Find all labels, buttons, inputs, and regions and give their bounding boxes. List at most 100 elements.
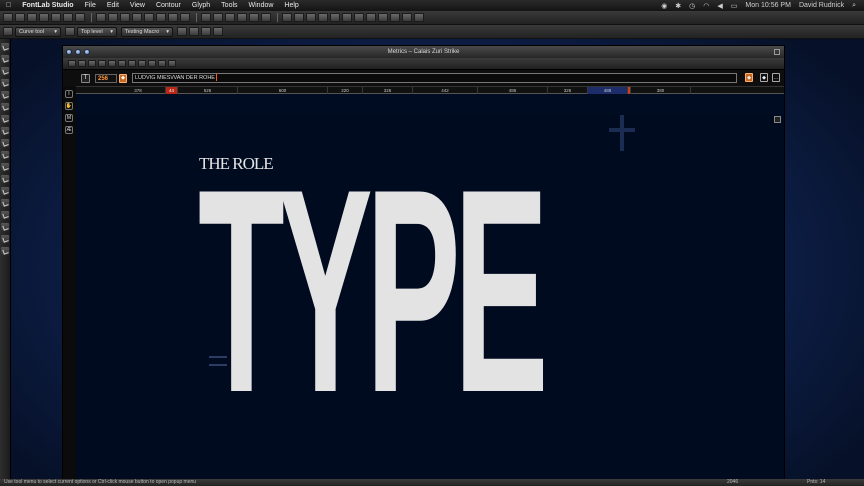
menu-tools[interactable]: Tools xyxy=(221,2,237,9)
transform-icon[interactable] xyxy=(225,13,235,22)
metrics-cell-highlighted[interactable]: 44 xyxy=(166,87,178,94)
view-options-icon[interactable] xyxy=(108,60,116,67)
export-icon[interactable] xyxy=(128,60,136,67)
menu-file[interactable]: File xyxy=(85,2,96,9)
redo-icon[interactable] xyxy=(63,13,73,22)
metrics-mode-icon[interactable] xyxy=(68,60,76,67)
node-icon[interactable] xyxy=(354,13,364,22)
metrics-cell[interactable]: 600 xyxy=(238,87,328,94)
fullscreen-icon[interactable] xyxy=(774,49,780,55)
metrics-cell[interactable]: 220 xyxy=(328,87,363,94)
metrics-cell[interactable]: 526 xyxy=(178,87,238,94)
text-stepper[interactable]: ◆ xyxy=(745,73,753,82)
metrics-cell[interactable]: 326 xyxy=(363,87,413,94)
user-menu[interactable]: David Rudnick xyxy=(799,2,844,9)
pointer-tool-icon[interactable] xyxy=(1,43,9,51)
node-icon[interactable] xyxy=(330,13,340,22)
align-icon[interactable] xyxy=(96,13,106,22)
app-menu[interactable]: FontLab Studio xyxy=(22,2,73,9)
skew-tool-icon[interactable] xyxy=(1,151,9,159)
text-size-icon[interactable]: T xyxy=(81,73,90,83)
metrics-table-icon[interactable]: M xyxy=(65,114,73,122)
sample-text-field[interactable]: LUDVIG MIES\/VAN DER ROHE xyxy=(132,73,737,83)
font-size-stepper[interactable]: ◆ xyxy=(119,73,127,83)
battery-icon[interactable]: ▭ xyxy=(731,2,738,10)
metrics-cell[interactable]: 486 xyxy=(478,87,548,94)
auto-metrics-icon[interactable] xyxy=(98,60,106,67)
panel-icon[interactable] xyxy=(168,60,176,67)
macro-select[interactable]: Testing Macro ▾ xyxy=(121,26,173,37)
menu-glyph[interactable]: Glyph xyxy=(192,2,210,9)
node-icon[interactable] xyxy=(318,13,328,22)
menu-edit[interactable]: Edit xyxy=(107,2,119,9)
transform-icon[interactable] xyxy=(213,13,223,22)
eraser-tool-icon[interactable] xyxy=(1,91,9,99)
time-machine-icon[interactable]: ◷ xyxy=(689,2,695,10)
node-icon[interactable] xyxy=(366,13,376,22)
anchor-tool-icon[interactable] xyxy=(1,223,9,231)
align-icon[interactable] xyxy=(108,13,118,22)
tool-select[interactable]: Curve tool ▾ xyxy=(15,26,61,37)
metrics-cell-selected[interactable]: 488 xyxy=(588,87,628,94)
metrics-cell[interactable]: 378 xyxy=(111,87,166,94)
menu-contour[interactable]: Contour xyxy=(156,2,181,9)
transform-icon[interactable] xyxy=(201,13,211,22)
layer-icon[interactable] xyxy=(65,27,75,36)
metrics-cell[interactable]: 380 xyxy=(631,87,691,94)
apple-menu-icon[interactable]:  xyxy=(6,2,11,9)
align-icon[interactable] xyxy=(168,13,178,22)
measure-tool-icon[interactable] xyxy=(1,187,9,195)
knife-tool-icon[interactable] xyxy=(1,79,9,87)
hand-tool-icon[interactable]: ✋ xyxy=(65,102,73,110)
zoom-tool-icon[interactable] xyxy=(1,115,9,123)
print-icon[interactable] xyxy=(39,13,49,22)
pen-tool-icon[interactable] xyxy=(1,55,9,63)
align-icon[interactable] xyxy=(156,13,166,22)
align-icon[interactable] xyxy=(132,13,142,22)
menu-help[interactable]: Help xyxy=(284,2,298,9)
bluetooth-icon[interactable]: ✱ xyxy=(675,2,681,10)
metrics-cell[interactable]: 442 xyxy=(413,87,478,94)
font-size-field[interactable]: 256 xyxy=(95,73,117,83)
pen-tool-icon[interactable] xyxy=(3,27,13,36)
node-icon[interactable] xyxy=(306,13,316,22)
align-icon[interactable] xyxy=(120,13,130,22)
copy-icon[interactable] xyxy=(75,13,85,22)
clock[interactable]: Mon 10:56 PM xyxy=(745,2,791,9)
canvas-options-icon[interactable] xyxy=(774,116,781,123)
window-titlebar[interactable]: Metrics – Calais Zuri Strike xyxy=(63,46,784,58)
align-icon[interactable] xyxy=(180,13,190,22)
transform-icon[interactable] xyxy=(237,13,247,22)
kerning-mode-icon[interactable] xyxy=(78,60,86,67)
spotlight-icon[interactable]: ⌕ xyxy=(852,2,856,10)
more-button[interactable]: ... xyxy=(772,73,780,82)
node-icon[interactable] xyxy=(294,13,304,22)
settings-icon[interactable] xyxy=(158,60,166,67)
node-icon[interactable] xyxy=(390,13,400,22)
level-select[interactable]: Top level ▾ xyxy=(77,26,117,37)
new-icon[interactable] xyxy=(3,13,13,22)
volume-icon[interactable]: ◀ xyxy=(717,2,722,10)
node-icon[interactable] xyxy=(414,13,424,22)
stop-icon[interactable] xyxy=(189,27,199,36)
open-icon[interactable] xyxy=(15,13,25,22)
rotate-tool-icon[interactable] xyxy=(1,127,9,135)
sidebearing-icon[interactable] xyxy=(88,60,96,67)
save-icon[interactable] xyxy=(27,13,37,22)
status-menu-icon[interactable]: ◉ xyxy=(661,2,667,10)
macro-edit-icon[interactable] xyxy=(213,27,223,36)
preview-icon[interactable] xyxy=(148,60,156,67)
transform-icon[interactable] xyxy=(261,13,271,22)
ligature-icon[interactable]: Æ xyxy=(65,126,73,134)
node-icon[interactable] xyxy=(342,13,352,22)
import-icon[interactable] xyxy=(138,60,146,67)
wifi-icon[interactable]: ◠ xyxy=(703,2,709,10)
align-icon[interactable] xyxy=(144,13,154,22)
history-stepper[interactable]: ◆ xyxy=(760,73,768,82)
ellipse-tool-icon[interactable] xyxy=(1,175,9,183)
transform-icon[interactable] xyxy=(249,13,259,22)
node-icon[interactable] xyxy=(402,13,412,22)
metrics-canvas[interactable]: THE ROLE TYPE xyxy=(76,114,784,485)
play-icon[interactable] xyxy=(177,27,187,36)
guide-tool-icon[interactable] xyxy=(1,211,9,219)
